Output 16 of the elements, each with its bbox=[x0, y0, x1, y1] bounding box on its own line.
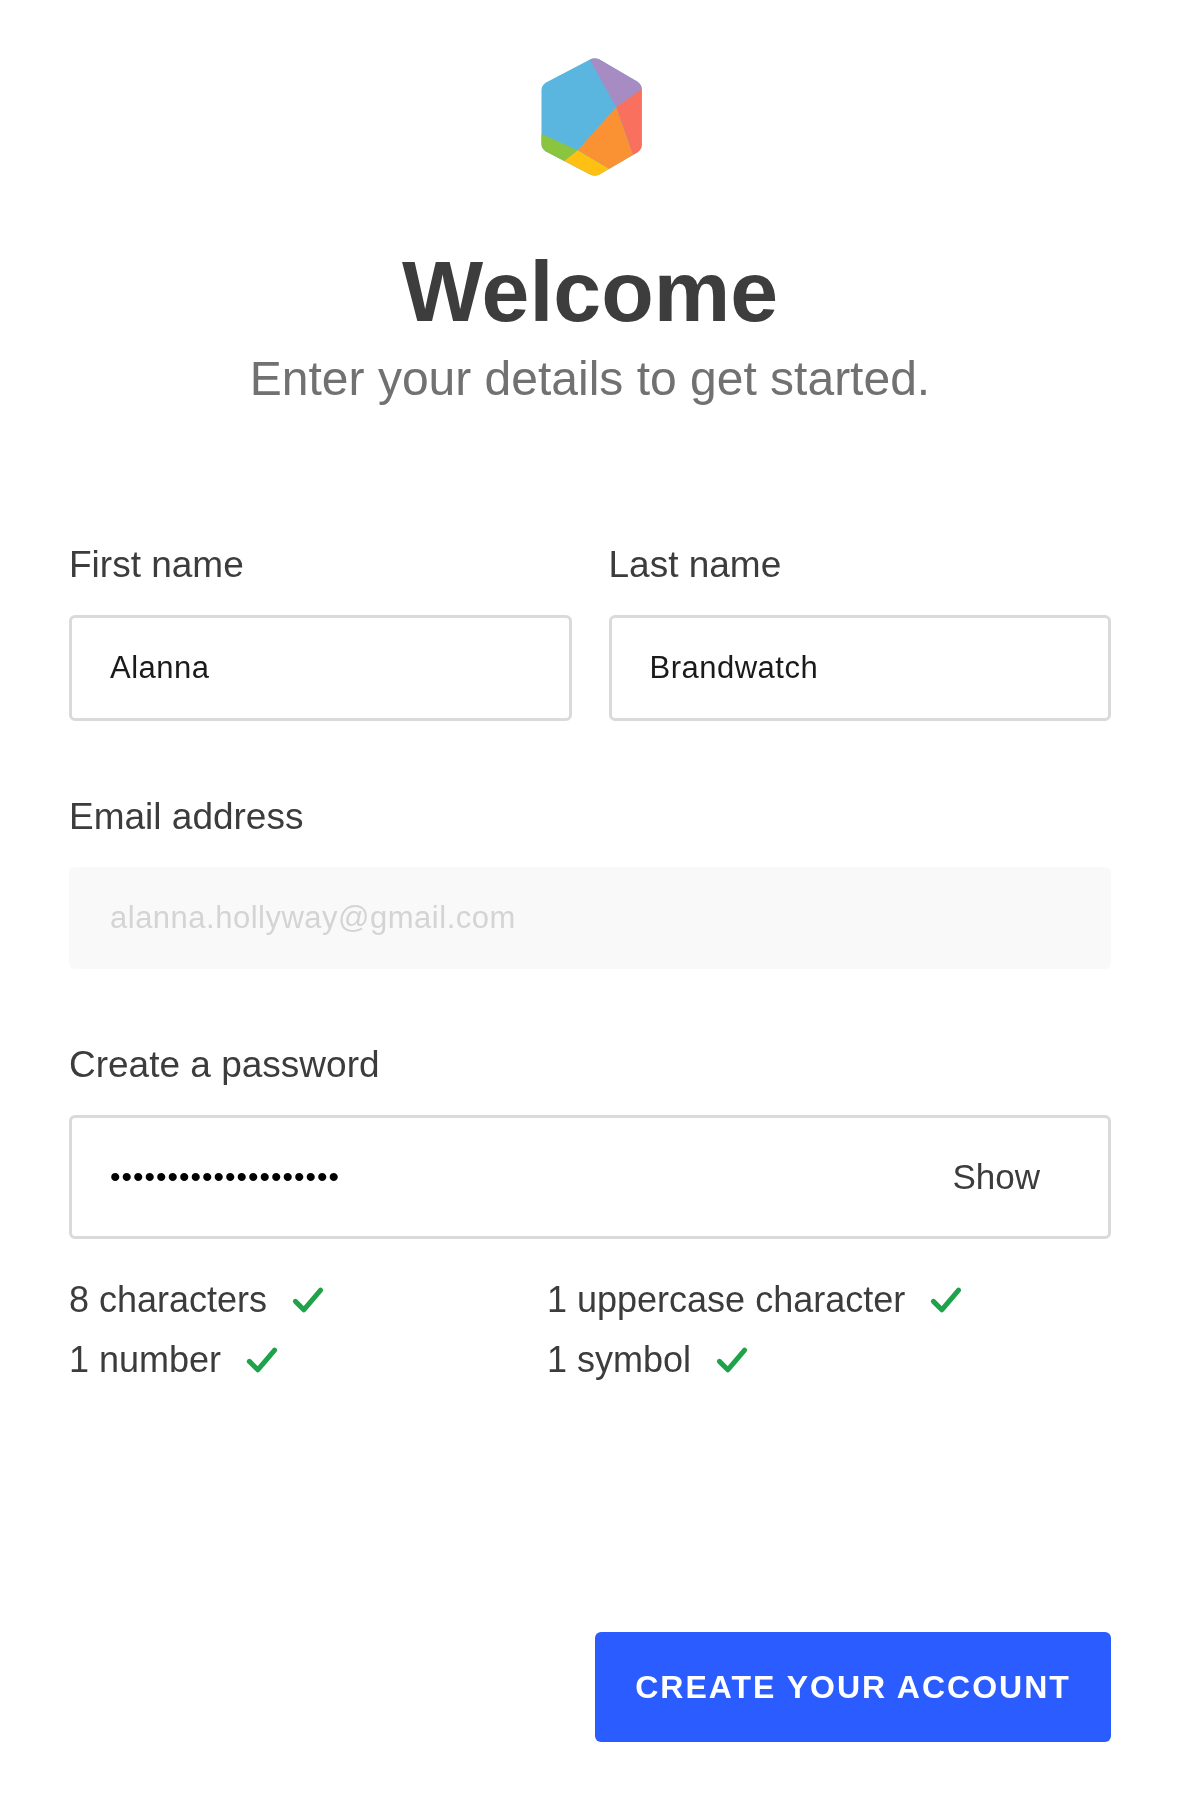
field-label: Create a password bbox=[69, 1043, 380, 1087]
field-label: First name bbox=[69, 543, 244, 587]
requirement-text: 8 characters bbox=[69, 1278, 268, 1322]
show-password-button[interactable]: Show bbox=[952, 1157, 1040, 1197]
requirement-text: 1 number bbox=[69, 1338, 222, 1382]
subtitle-text: Enter your details to get started. bbox=[249, 351, 931, 407]
field-label: Last name bbox=[608, 543, 782, 587]
input-field[interactable]: Brandwatch bbox=[608, 615, 1111, 721]
welcome-heading: Welcome bbox=[402, 242, 778, 341]
input-field[interactable]: Alanna bbox=[69, 615, 572, 721]
requirement-text: 1 symbol bbox=[547, 1338, 692, 1382]
requirement-text: 1 uppercase character bbox=[547, 1278, 906, 1322]
create-account-button[interactable]: CREATE YOUR ACCOUNT bbox=[595, 1632, 1111, 1742]
field-label: Email address bbox=[69, 795, 304, 839]
password-field[interactable]: •••••••••••••••••••• Show bbox=[69, 1115, 1111, 1239]
password-dots: •••••••••••••••••••• bbox=[110, 1160, 341, 1194]
